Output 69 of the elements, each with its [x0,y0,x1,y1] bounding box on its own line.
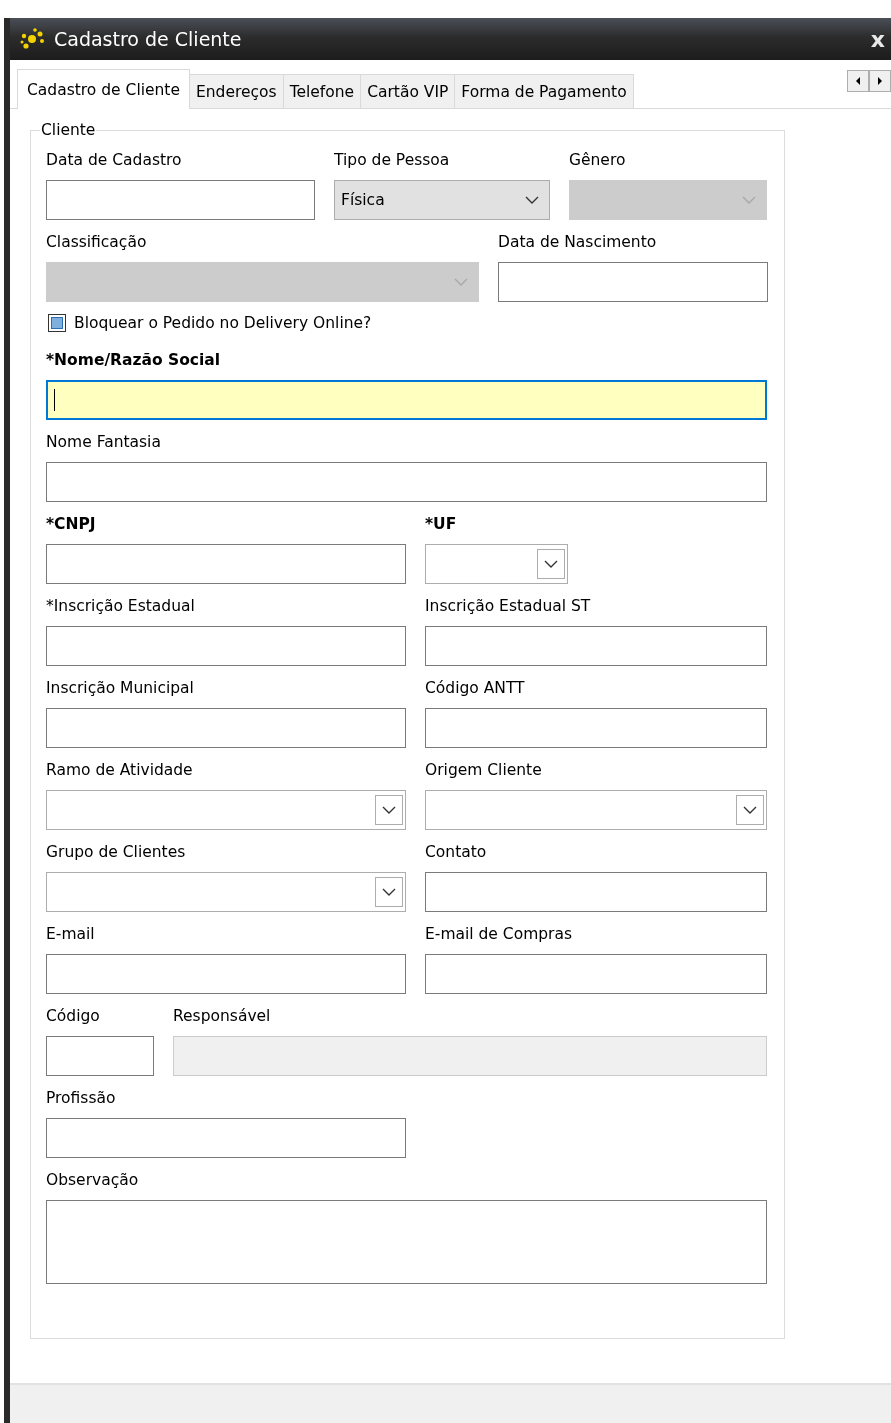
text-field[interactable] [425,954,767,994]
scroll-left-button[interactable] [847,70,869,92]
field-label: Código ANTT [425,678,526,699]
text-area[interactable] [46,1200,767,1284]
text-field[interactable] [425,872,767,912]
checkbox-label: Bloquear o Pedido no Delivery Online? [74,314,372,332]
text-field[interactable] [46,1118,406,1158]
field-label: Classificação [46,232,148,253]
close-button[interactable]: x [864,26,891,52]
field-label: Data de Cadastro [46,150,183,171]
text-field[interactable] [425,708,767,748]
checkbox[interactable] [48,314,66,332]
text-field[interactable] [46,1036,154,1076]
dropdown-button[interactable] [375,877,403,907]
triangle-left-icon [854,76,862,86]
field-label: Contato [425,842,488,863]
field-label: E-mail de Compras [425,924,573,945]
text-field[interactable] [46,544,406,584]
tab[interactable]: Endereços [188,74,284,108]
tab[interactable]: Cadastro de Cliente [17,69,190,109]
text-field[interactable] [46,462,767,502]
chevron-down-icon [382,888,396,896]
field-label: Responsável [173,1006,272,1027]
combo-box[interactable] [46,872,406,912]
field-label: Código [46,1006,101,1027]
chevron-down-icon [742,196,756,204]
field-label: Observação [46,1170,140,1191]
combo-box[interactable] [46,790,406,830]
field-label: E-mail [46,924,96,945]
field-label: Nome Fantasia [46,432,162,453]
chevron-down-icon [525,196,539,204]
tab[interactable]: Forma de Pagamento [454,74,634,108]
scroll-right-button[interactable] [869,70,891,92]
field-label: *Inscrição Estadual [46,596,196,617]
sparkle-logo-icon [18,27,46,51]
dropdown-button[interactable] [736,795,764,825]
field-label: *UF [425,514,458,535]
tab[interactable]: Cartão VIP [360,74,456,108]
field-label: Gênero [569,150,627,171]
field-label: Tipo de Pessoa [334,150,451,171]
combo-box[interactable] [425,544,568,584]
field-label: Profissão [46,1088,117,1109]
text-field[interactable] [498,262,768,302]
dropdown-button[interactable] [537,549,565,579]
dropdown[interactable]: Física [334,180,550,220]
chevron-down-icon [743,806,757,814]
text-field[interactable] [46,954,406,994]
tab[interactable]: Telefone [282,74,362,108]
field-label: Inscrição Estadual ST [425,596,592,617]
text-field[interactable] [425,626,767,666]
field-label: *CNPJ [46,514,97,535]
text-field[interactable] [46,380,767,420]
field-label: Grupo de Clientes [46,842,187,863]
field-label: Inscrição Municipal [46,678,195,699]
field-label: Origem Cliente [425,760,543,781]
chevron-down-icon [382,806,396,814]
group-title: Cliente [40,121,97,139]
chevron-down-icon [454,278,468,286]
text-field[interactable] [46,708,406,748]
field-label: *Nome/Razão Social [46,350,222,371]
text-field[interactable] [46,626,406,666]
field-label: Ramo de Atividade [46,760,194,781]
combo-box[interactable] [425,790,767,830]
dropdown-button[interactable] [375,795,403,825]
chevron-down-icon [544,560,558,568]
triangle-right-icon [876,76,884,86]
text-field[interactable] [46,180,315,220]
field-label: Data de Nascimento [498,232,658,253]
window-title: Cadastro de Cliente [54,28,243,50]
